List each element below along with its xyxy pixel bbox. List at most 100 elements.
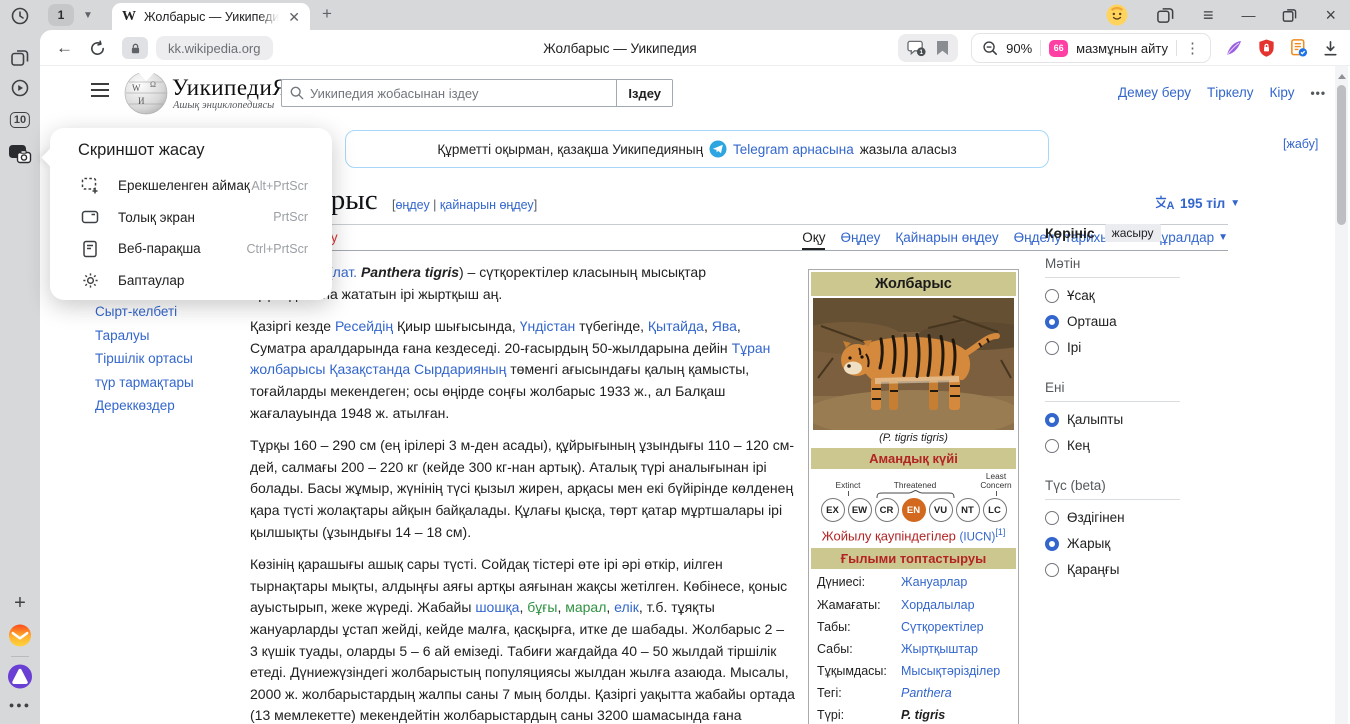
wiki-menu-icon[interactable] [90,82,110,98]
banner-close-link[interactable]: [жабу] [1283,137,1318,151]
zoom-indicator[interactable]: 90% [1006,41,1032,56]
toc-item[interactable]: түр тармақтары [95,375,194,390]
iucn-link[interactable]: (IUCN) [960,531,996,543]
top-link-donate[interactable]: Демеу беру [1118,85,1191,100]
banner-link[interactable]: Telegram арнасына [733,142,854,157]
menu-item-selection-area[interactable]: Ерекшеленген аймақAlt+PrtScr [50,170,332,202]
add-panel-icon[interactable]: + [14,592,26,615]
radio-selected-icon[interactable] [1045,315,1059,329]
page-report-icon[interactable] [1289,38,1308,58]
pill-overflow-menu-icon[interactable]: ⋮ [1185,39,1200,57]
window-minimize-button[interactable]: — [1241,7,1254,23]
new-tab-button[interactable]: + [322,4,332,24]
edit-link[interactable]: өңдеу [395,198,429,212]
radio-icon[interactable] [1045,511,1059,525]
radio-icon[interactable] [1045,341,1059,355]
toc-item[interactable]: Таралуы [95,328,194,343]
taxonomy-value[interactable]: Сүтқоректілер [901,620,1010,634]
article-tab-link[interactable]: Өңдеу [840,230,880,250]
read-aloud-button[interactable]: мазмұнын айту [1076,41,1168,56]
radio-option[interactable]: Ірі [1045,340,1180,355]
wiki-link-green[interactable]: марал [565,599,606,615]
wiki-link[interactable]: Ресейдің [335,318,393,334]
sidebar-more-dots[interactable]: ●●● [9,700,31,710]
mail-icon[interactable] [9,624,32,647]
status-red-text[interactable]: Жойылу қаупіндегілер [822,528,956,543]
radio-icon[interactable] [1045,289,1059,303]
tab-count-pill[interactable]: 1 [48,4,74,26]
article-tab-active[interactable]: Оқу [802,230,825,250]
wiki-link[interactable]: Сырдарияның [414,361,506,377]
wiki-search-input[interactable] [304,86,616,101]
reload-button[interactable] [89,40,106,57]
edit-source-link[interactable]: қайнарын өңдеу [440,198,534,212]
wiki-logo[interactable]: WΩИ [124,71,168,115]
tab-counter-badge[interactable]: 10 [10,112,30,128]
scroll-up-arrow[interactable] [1338,74,1346,79]
wiki-search-button[interactable]: Іздеу [616,80,672,106]
radio-option[interactable]: Кең [1045,438,1180,453]
yandex-pen-icon[interactable] [1224,38,1244,58]
status-ref-link[interactable]: [1] [995,527,1005,537]
radio-option[interactable]: Қараңғы [1045,562,1180,577]
toc-item[interactable]: Дереккөздер [95,398,194,413]
download-icon[interactable] [1321,39,1340,58]
zoom-out-icon[interactable] [982,40,998,56]
hide-button[interactable]: жасыру [1105,224,1161,242]
radio-icon[interactable] [1045,563,1059,577]
screenshot-icon[interactable] [8,144,32,165]
menu-item-webpage[interactable]: Веб-парақшаCtrl+PrtScr [50,233,332,265]
site-lock-badge[interactable] [122,37,148,59]
browser-menu-icon[interactable]: ≡ [1203,5,1214,26]
toc-item[interactable]: Тіршілік ортасы [95,351,194,366]
top-link-login[interactable]: Кіру [1269,85,1294,100]
taxonomy-value[interactable]: Жануарлар [901,575,1010,589]
profile-avatar[interactable] [1106,4,1128,26]
tab-close-icon[interactable]: ✕ [288,10,300,24]
top-links-more-icon[interactable]: ••• [1310,86,1326,100]
radio-option[interactable]: Жарық [1045,536,1180,551]
toc-item[interactable]: Сырт-келбеті [95,304,194,319]
windows-panels-icon[interactable] [1156,6,1175,25]
url-pill[interactable]: kk.wikipedia.org [156,36,273,60]
top-link-register[interactable]: Тіркелу [1207,85,1254,100]
radio-option[interactable]: Орташа [1045,314,1180,329]
wiki-link[interactable]: Үндістан [520,318,576,334]
alice-icon[interactable] [8,664,33,689]
page-scrollbar[interactable] [1335,66,1348,724]
menu-item-fullscreen[interactable]: Толық экранPrtScr [50,202,332,234]
tiger-image[interactable] [813,298,1014,430]
comments-icon[interactable]: 1 [907,39,926,57]
back-button[interactable]: ← [56,38,73,58]
radio-option[interactable]: Өздігінен [1045,510,1180,525]
article-tab-link[interactable]: Қайнарын өңдеу [895,230,998,250]
wiki-link[interactable]: елік [614,599,639,615]
radio-selected-icon[interactable] [1045,413,1059,427]
media-play-icon[interactable] [10,78,30,98]
scroll-thumb[interactable] [1337,85,1346,225]
window-maximize-button[interactable] [1282,8,1297,23]
history-icon[interactable] [10,6,30,26]
wiki-link[interactable]: Қытайда [648,318,704,334]
wiki-link[interactable]: Қазақстанда [329,361,410,377]
language-selector[interactable]: A 195 тіл ▼ [1155,195,1240,211]
wiki-link[interactable]: шошқа [475,599,519,615]
tab-list-chevron-icon[interactable]: ▼ [78,4,98,26]
taxonomy-value[interactable]: Panthera [901,686,1010,700]
tab-panels-icon[interactable] [10,48,30,68]
bookmark-icon[interactable] [936,40,949,56]
window-close-button[interactable]: × [1325,5,1336,26]
taxonomy-value[interactable]: Жыртқыштар [901,642,1010,656]
wiki-link[interactable]: Ява [712,318,737,334]
radio-icon[interactable] [1045,439,1059,453]
taxonomy-value[interactable]: Мысықтәрізділер [901,664,1010,678]
wiki-link-green[interactable]: бұғы [527,599,557,615]
radio-option[interactable]: Қалыпты [1045,412,1180,427]
wiki-link[interactable]: лат. [333,264,357,280]
protect-shield-icon[interactable] [1257,38,1276,58]
taxonomy-value[interactable]: Хордалылар [901,598,1010,612]
radio-selected-icon[interactable] [1045,537,1059,551]
browser-tab[interactable]: W Жолбарыс — Уикипеди ✕ [112,3,310,30]
radio-option[interactable]: Ұсақ [1045,288,1180,303]
menu-item-gear[interactable]: Баптаулар [50,265,332,297]
